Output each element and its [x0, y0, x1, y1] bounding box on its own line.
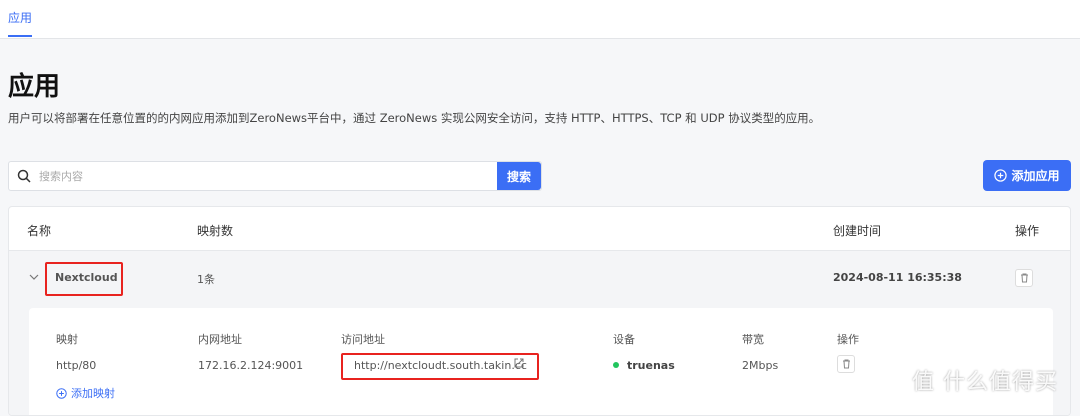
sub-col-device: 设备: [613, 333, 635, 346]
sub-col-url: 访问地址: [341, 333, 385, 346]
mapping-protocol: http/80: [56, 359, 97, 372]
delete-mapping-button[interactable]: [837, 355, 855, 373]
search-bar: 搜索: [8, 161, 542, 191]
watermark: 值 什么值得买: [912, 370, 1058, 395]
sub-col-actions: 操作: [837, 333, 859, 346]
search-button[interactable]: 搜索: [497, 162, 541, 190]
tab-apps[interactable]: 应用: [8, 9, 33, 37]
mapping-count: 1条: [197, 273, 215, 286]
page-description: 用户可以将部署在任意位置的的内网应用添加到ZeroNews平台中，通过 Zero…: [8, 111, 821, 125]
expanded-row: 映射 内网地址 访问地址 设备 带宽 操作 http/80 172.16.2.1…: [9, 307, 1070, 415]
mappings-subtable: 映射 内网地址 访问地址 设备 带宽 操作 http/80 172.16.2.1…: [29, 308, 1053, 415]
add-mapping-link[interactable]: 添加映射: [56, 385, 115, 401]
add-app-label: 添加应用: [1011, 169, 1060, 183]
internal-address: 172.16.2.124:9001: [198, 359, 304, 372]
sub-col-internal: 内网地址: [198, 333, 242, 346]
col-name: 名称: [27, 224, 52, 238]
trash-icon: [842, 359, 850, 369]
device-status-dot: [613, 362, 619, 368]
table-row[interactable]: Nextcloud 1条 2024-08-11 16:35:38: [9, 251, 1070, 307]
delete-app-button[interactable]: [1015, 269, 1033, 287]
search-input[interactable]: [39, 162, 497, 190]
col-actions: 操作: [1015, 224, 1040, 238]
device-name: truenas: [627, 359, 675, 372]
annotation-box-name: [45, 262, 123, 296]
add-mapping-label: 添加映射: [71, 387, 115, 400]
created-time: 2024-08-11 16:35:38: [833, 271, 962, 284]
page-title: 应用: [8, 72, 61, 102]
plus-circle-icon: [994, 169, 1008, 182]
add-app-button[interactable]: 添加应用: [983, 160, 1071, 191]
table-header: 名称 映射数 创建时间 操作: [9, 207, 1070, 251]
trash-icon: [1020, 273, 1028, 283]
annotation-box-url: [341, 353, 539, 380]
plus-circle-icon: [56, 387, 67, 399]
top-tab-bar: 应用: [0, 0, 1080, 39]
col-mappings: 映射数: [197, 224, 234, 238]
search-icon: [9, 162, 39, 190]
sub-col-bandwidth: 带宽: [742, 333, 764, 346]
sub-col-mapping: 映射: [56, 333, 78, 346]
bandwidth: 2Mbps: [742, 359, 779, 372]
col-created: 创建时间: [833, 224, 882, 238]
chevron-down-icon[interactable]: [29, 271, 39, 284]
